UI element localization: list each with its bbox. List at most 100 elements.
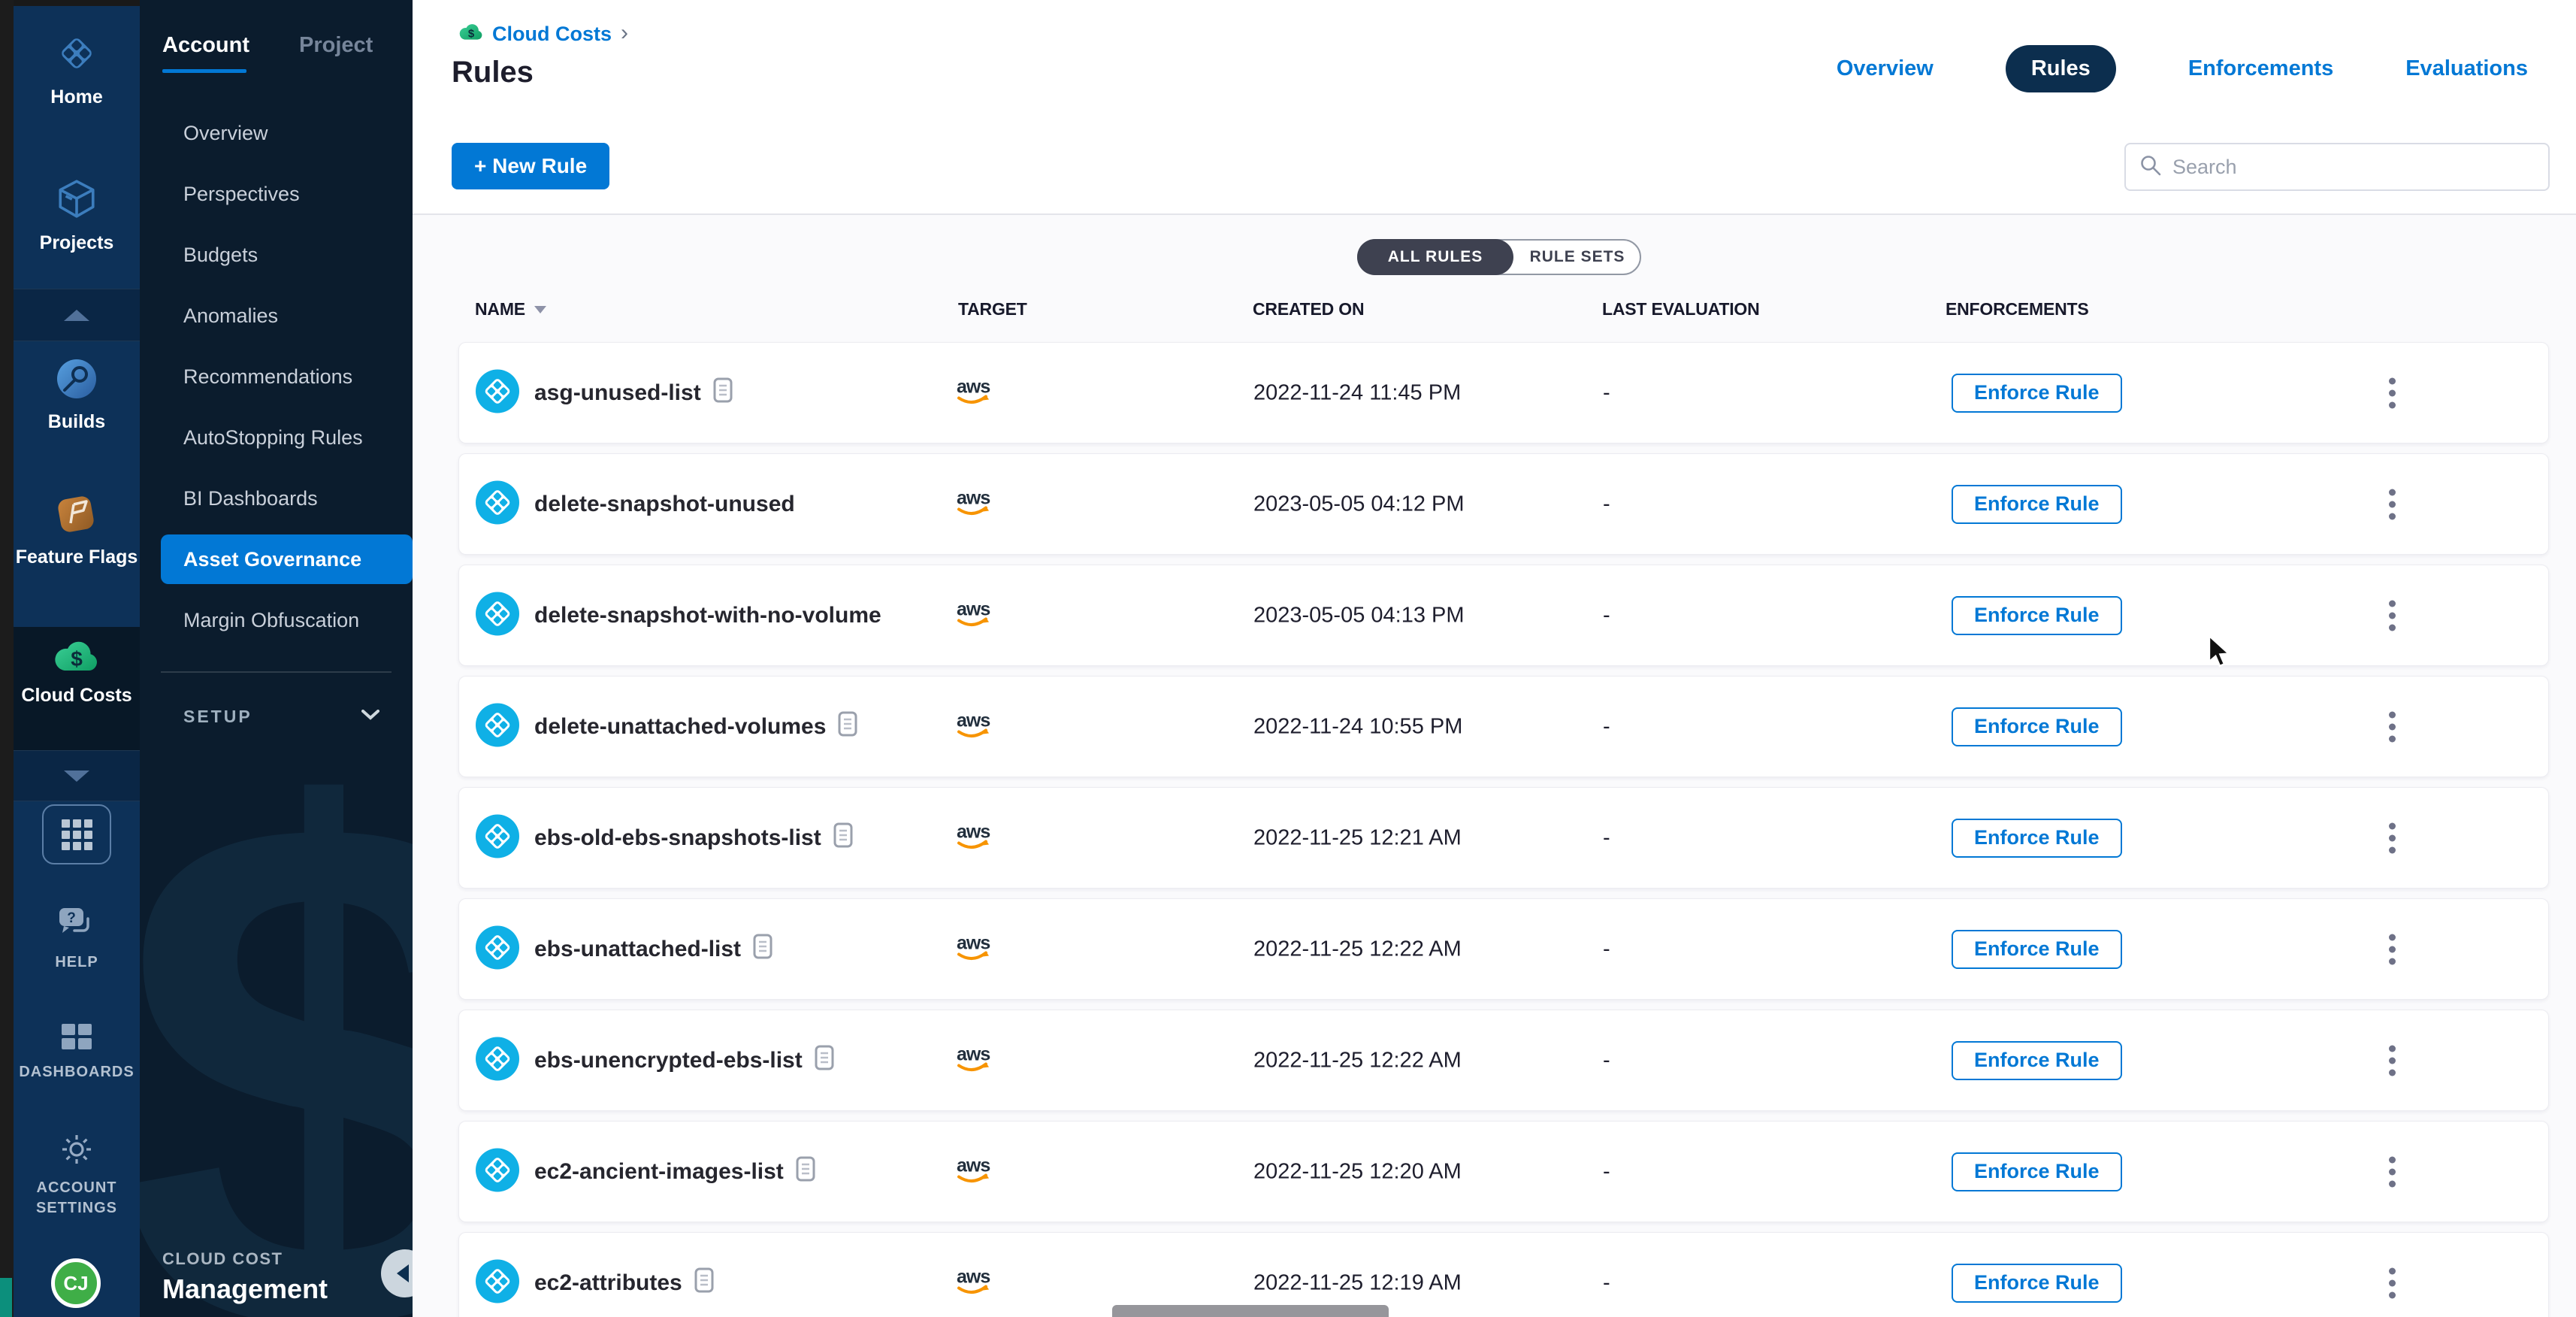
nav-item-perspectives[interactable]: Perspectives: [140, 164, 413, 225]
sidebar-item-label: DASHBOARDS: [19, 1062, 134, 1082]
copy-icon[interactable]: [694, 1267, 714, 1299]
rule-name: ebs-old-ebs-snapshots-list: [534, 825, 821, 851]
sidebar-item-label: Feature Flags: [16, 546, 138, 568]
nav-item-overview[interactable]: Overview: [140, 103, 413, 164]
created-on-cell: 2022-11-25 12:21 AM: [1253, 825, 1462, 850]
toggle-all-rules[interactable]: ALL RULES: [1357, 239, 1513, 275]
row-menu-button[interactable]: [2383, 483, 2402, 525]
enforce-rule-button[interactable]: Enforce Rule: [1952, 819, 2122, 858]
sidebar-item-help[interactable]: ? HELP: [14, 907, 140, 973]
enforce-rule-button[interactable]: Enforce Rule: [1952, 485, 2122, 524]
copy-icon[interactable]: [713, 377, 733, 409]
row-menu-button[interactable]: [2383, 1039, 2402, 1082]
svg-text:aws: aws: [957, 710, 990, 731]
module-switcher-button[interactable]: [42, 804, 111, 864]
sidebar-item-projects[interactable]: Projects: [14, 177, 140, 254]
copy-icon[interactable]: [815, 1045, 834, 1076]
new-rule-button[interactable]: + New Rule: [452, 143, 609, 189]
search-input[interactable]: [2172, 156, 2535, 179]
nav-item-autostopping-rules[interactable]: AutoStopping Rules: [140, 407, 413, 468]
sidebar-item-home[interactable]: Home: [14, 32, 140, 108]
nav-item-asset-governance[interactable]: Asset Governance: [161, 534, 413, 584]
chevron-down-icon: [64, 771, 89, 782]
nav-item-margin-obfuscation[interactable]: Margin Obfuscation: [140, 590, 413, 651]
sidebar-item-feature-flags[interactable]: Feature Flags: [14, 493, 140, 568]
nav-item-budgets[interactable]: Budgets: [140, 225, 413, 286]
nav-item-recommendations[interactable]: Recommendations: [140, 347, 413, 407]
rule-icon: [476, 369, 519, 416]
rule-name: delete-unattached-volumes: [534, 714, 826, 740]
sidebar-item-label: Projects: [40, 232, 114, 254]
aws-logo: aws: [951, 484, 995, 524]
tab-project[interactable]: Project: [299, 33, 373, 58]
enforce-rule-button[interactable]: Enforce Rule: [1952, 374, 2122, 413]
enforce-rule-button[interactable]: Enforce Rule: [1952, 1152, 2122, 1191]
created-on-cell: 2022-11-25 12:22 AM: [1253, 1048, 1462, 1073]
breadcrumb: $ Cloud Costs ›: [459, 23, 628, 46]
cloud-costs-icon: $: [459, 23, 483, 45]
table-row[interactable]: ec2-attributes aws 2022-11-25 12:19 AM -…: [458, 1232, 2549, 1317]
tab-account[interactable]: Account: [162, 33, 249, 58]
builds-icon: [56, 358, 98, 404]
copy-icon[interactable]: [753, 934, 772, 965]
row-menu-button[interactable]: [2383, 816, 2402, 859]
table-row[interactable]: delete-snapshot-with-no-volume aws 2023-…: [458, 565, 2549, 666]
collapse-nav-button[interactable]: [381, 1249, 413, 1297]
sidebar-item-cloud-costs[interactable]: $ Cloud Costs: [14, 640, 140, 707]
breadcrumb-cloud-costs-link[interactable]: Cloud Costs: [492, 23, 612, 46]
copy-icon[interactable]: [833, 822, 853, 854]
table-row[interactable]: delete-snapshot-unused aws 2023-05-05 04…: [458, 453, 2549, 555]
table-row[interactable]: ec2-ancient-images-list aws 2022-11-25 1…: [458, 1121, 2549, 1222]
tab-overview[interactable]: Overview: [1837, 56, 1934, 81]
enforce-cell: Enforce Rule: [1952, 374, 2122, 413]
nav-item-anomalies[interactable]: Anomalies: [140, 286, 413, 347]
tab-evaluations[interactable]: Evaluations: [2405, 56, 2528, 81]
enforce-cell: Enforce Rule: [1952, 485, 2122, 524]
rules-toggle: RULE SETS ALL RULES: [1357, 239, 1641, 275]
aws-logo: aws: [951, 1040, 995, 1080]
rule-icon: [476, 592, 519, 639]
setup-section-toggle[interactable]: SETUP: [140, 696, 413, 737]
toggle-rule-sets[interactable]: RULE SETS: [1513, 239, 1641, 275]
rule-name-cell: ebs-unattached-list: [534, 934, 772, 965]
column-header-name[interactable]: NAME: [475, 299, 546, 319]
table-row[interactable]: ebs-unattached-list aws 2022-11-25 12:22…: [458, 898, 2549, 1000]
enforce-cell: Enforce Rule: [1952, 707, 2122, 746]
sidebar-item-dashboards[interactable]: DASHBOARDS: [14, 1022, 140, 1082]
rule-icon: [476, 1037, 519, 1084]
row-menu-button[interactable]: [2383, 705, 2402, 748]
table-row[interactable]: ebs-old-ebs-snapshots-list aws 2022-11-2…: [458, 787, 2549, 889]
tab-enforcements[interactable]: Enforcements: [2188, 56, 2333, 81]
sidebar-item-account-settings[interactable]: ACCOUNT SETTINGS: [14, 1132, 140, 1219]
row-menu-button[interactable]: [2383, 371, 2402, 414]
module-sidebar: Home Projects Builds Feature Flags: [14, 6, 140, 1317]
sidebar-item-label: HELP: [55, 952, 98, 973]
sidebar-item-builds[interactable]: Builds: [14, 358, 140, 433]
sidebar-scroll-down[interactable]: [14, 750, 140, 801]
enforce-rule-button[interactable]: Enforce Rule: [1952, 596, 2122, 635]
row-menu-button[interactable]: [2383, 928, 2402, 970]
table-row[interactable]: delete-unattached-volumes aws 2022-11-24…: [458, 676, 2549, 777]
dashboards-icon: [60, 1022, 93, 1055]
table-row[interactable]: ebs-unencrypted-ebs-list aws 2022-11-25 …: [458, 1010, 2549, 1111]
enforce-rule-button[interactable]: Enforce Rule: [1952, 1041, 2122, 1080]
enforce-cell: Enforce Rule: [1952, 596, 2122, 635]
table-row[interactable]: asg-unused-list aws 2022-11-24 11:45 PM …: [458, 342, 2549, 444]
rule-name: delete-snapshot-unused: [534, 492, 795, 517]
copy-icon[interactable]: [838, 711, 857, 743]
copy-icon[interactable]: [796, 1156, 815, 1188]
row-menu-button[interactable]: [2383, 1261, 2402, 1304]
created-on-cell: 2022-11-25 12:20 AM: [1253, 1159, 1462, 1184]
enforce-rule-button[interactable]: Enforce Rule: [1952, 1264, 2122, 1303]
user-avatar[interactable]: CJ: [51, 1258, 101, 1308]
rule-icon: [476, 1259, 519, 1306]
enforce-rule-button[interactable]: Enforce Rule: [1952, 707, 2122, 746]
sidebar-scroll-up[interactable]: [14, 289, 140, 341]
enforce-rule-button[interactable]: Enforce Rule: [1952, 930, 2122, 969]
tab-rules[interactable]: Rules: [2006, 45, 2116, 92]
dollar-watermark: $: [140, 708, 413, 1317]
nav-item-bi-dashboards[interactable]: BI Dashboards: [140, 468, 413, 529]
row-menu-button[interactable]: [2383, 594, 2402, 637]
row-menu-button[interactable]: [2383, 1150, 2402, 1193]
grid-icon: [62, 819, 92, 850]
